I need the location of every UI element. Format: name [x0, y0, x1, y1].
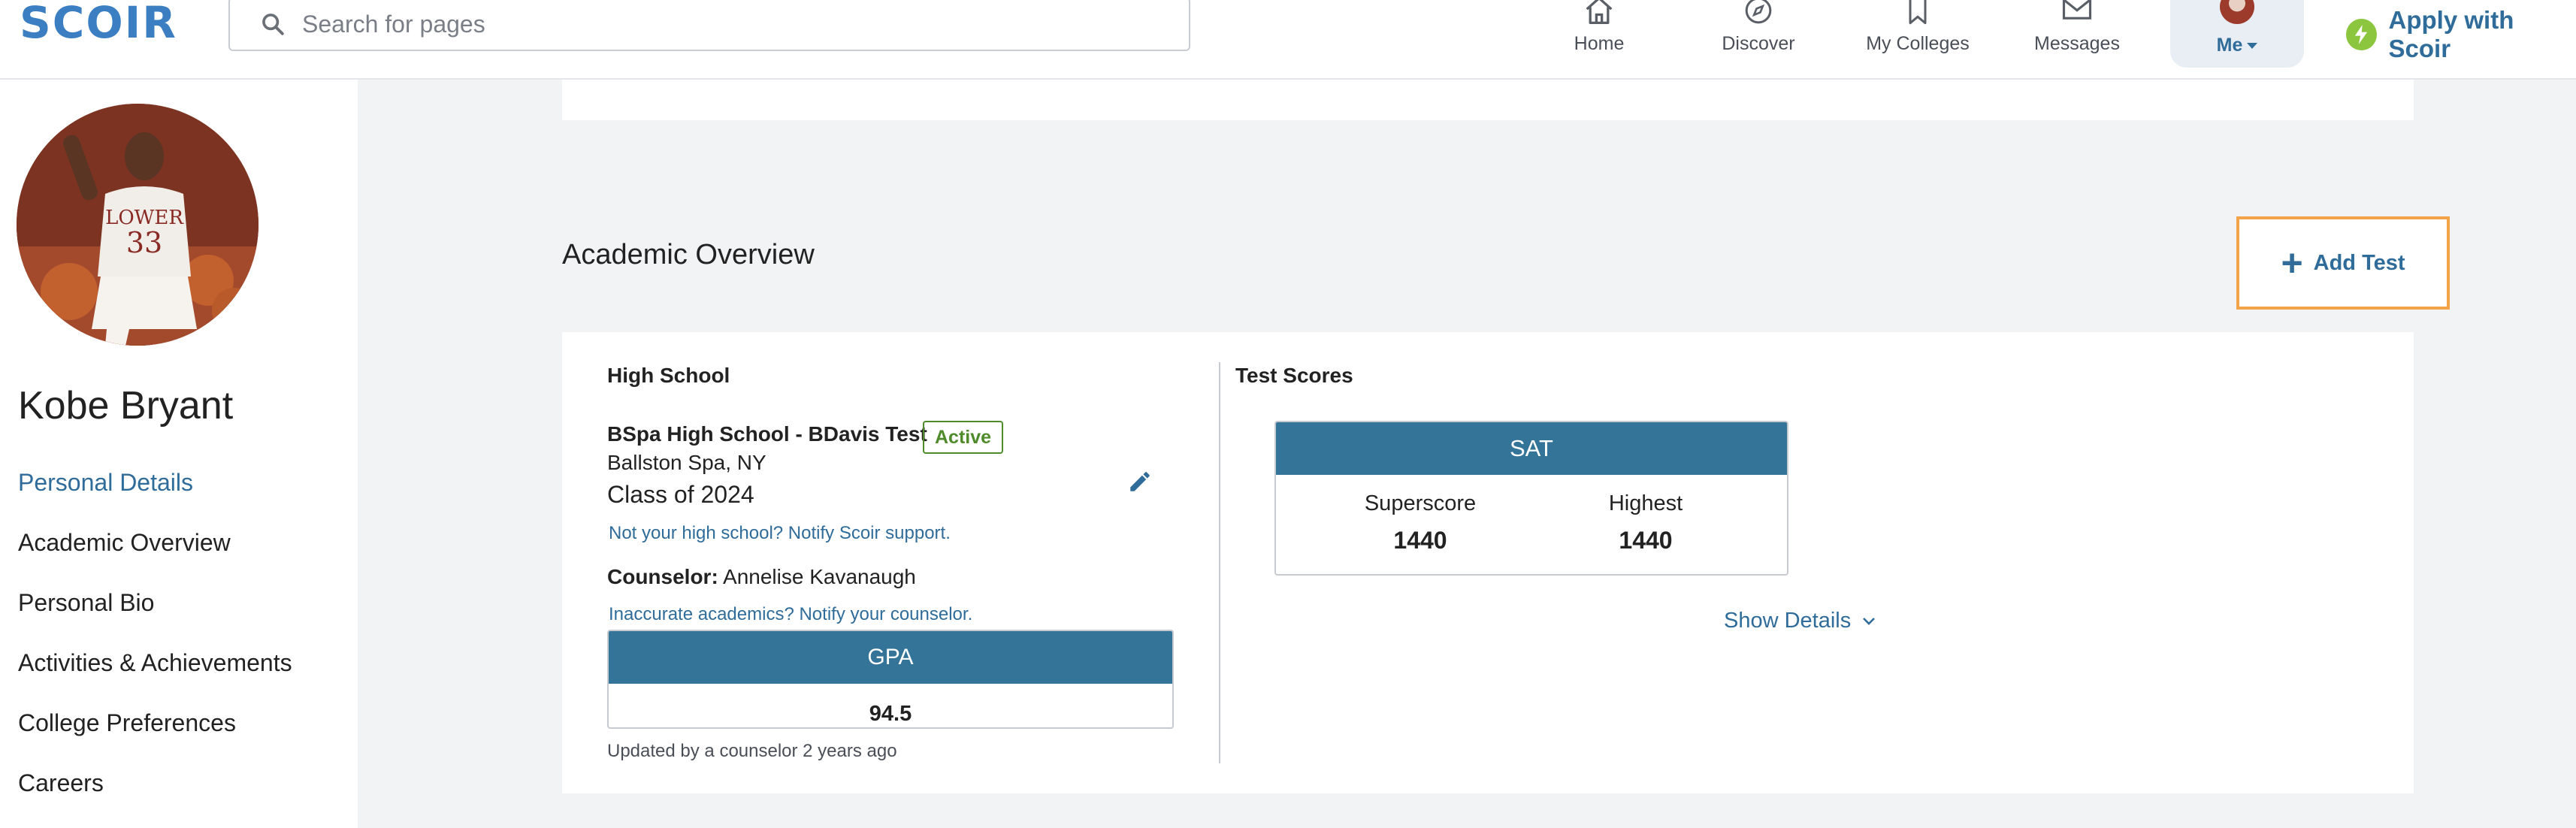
add-test-button[interactable]: + Add Test	[2236, 216, 2450, 310]
superscore-column: Superscore 1440	[1345, 491, 1495, 555]
sidebar-item-careers[interactable]: Careers	[18, 769, 104, 797]
apply-with-scoir-link[interactable]: Apply with Scoir	[2346, 6, 2576, 63]
search-icon	[262, 14, 284, 35]
superscore-label: Superscore	[1364, 491, 1477, 515]
svg-text:33: 33	[126, 226, 162, 259]
nav-home-label: Home	[1574, 33, 1625, 54]
counselor-line: Counselor: Annelise Kavanaugh	[607, 565, 916, 589]
updated-note: Updated by a counselor 2 years ago	[607, 741, 897, 761]
school-location: Ballston Spa, NY	[607, 451, 766, 474]
nav-messages-label: Messages	[2034, 33, 2120, 54]
pencil-edit-icon[interactable]	[1127, 469, 1153, 494]
compass-icon	[1745, 0, 1772, 24]
superscore-value: 1440	[1393, 527, 1447, 554]
student-name: Kobe Bryant	[18, 384, 234, 428]
status-badge: Active	[923, 421, 1004, 454]
gpa-box: GPA 94.5	[607, 630, 1174, 729]
nav-home[interactable]: Home	[1524, 0, 1674, 80]
search-input[interactable]	[302, 10, 1129, 38]
class-of: Class of 2024	[607, 481, 754, 508]
me-menu[interactable]: Me	[2170, 0, 2304, 68]
sidebar-item-academic-overview[interactable]: Academic Overview	[18, 529, 231, 557]
highest-label: Highest	[1608, 491, 1683, 515]
sidebar-item-activities-achievements[interactable]: Activities & Achievements	[18, 649, 292, 677]
sat-header: SAT	[1276, 422, 1787, 475]
profile-photo: LOWER 33	[17, 104, 259, 346]
counselor-name: Annelise Kavanaugh	[723, 565, 916, 588]
top-navigation-bar: SCOIR Home Discover My Colleges Messages…	[0, 0, 2576, 80]
scoir-logo[interactable]: SCOIR	[20, 0, 177, 48]
nav-discover-label: Discover	[1722, 33, 1795, 54]
school-name: BSpa High School - BDavis Test	[607, 422, 927, 446]
lightning-bolt-icon	[2346, 19, 2377, 50]
show-details-label: Show Details	[1724, 609, 1852, 633]
highest-value: 1440	[1619, 527, 1673, 554]
test-scores-heading: Test Scores	[1235, 364, 1353, 387]
user-avatar-small	[2220, 0, 2254, 24]
show-details-toggle[interactable]: Show Details	[1724, 609, 1876, 633]
previous-section-card	[562, 80, 2414, 120]
nav-my-colleges[interactable]: My Colleges	[1843, 0, 1993, 80]
section-title: Academic Overview	[562, 239, 815, 270]
chevron-down-icon	[1863, 617, 1876, 625]
sat-score-box: SAT Superscore 1440 Highest 1440	[1274, 421, 1788, 576]
highest-column: Highest 1440	[1571, 491, 1721, 555]
notify-scoir-support-link[interactable]: Not your high school? Notify Scoir suppo…	[609, 523, 951, 544]
counselor-label: Counselor:	[607, 565, 718, 588]
gpa-header: GPA	[609, 631, 1172, 684]
nav-my-colleges-label: My Colleges	[1866, 33, 1970, 54]
gpa-value: 94.5	[869, 702, 912, 726]
plus-icon: +	[2281, 242, 2303, 284]
add-test-label: Add Test	[2313, 250, 2405, 275]
search-box[interactable]	[228, 0, 1190, 51]
home-icon	[1586, 0, 1613, 24]
nav-discover[interactable]: Discover	[1683, 0, 1834, 80]
profile-sidebar: LOWER 33 Kobe Bryant Personal Details Ac…	[0, 80, 358, 828]
envelope-icon	[2062, 0, 2092, 20]
notify-counselor-link[interactable]: Inaccurate academics? Notify your counse…	[609, 604, 972, 625]
sidebar-item-personal-bio[interactable]: Personal Bio	[18, 589, 154, 617]
caret-down-icon	[2247, 43, 2258, 50]
apply-label: Apply with Scoir	[2388, 6, 2514, 62]
column-divider	[1219, 362, 1220, 763]
me-label: Me	[2170, 35, 2304, 56]
nav-messages[interactable]: Messages	[2002, 0, 2152, 80]
sidebar-item-personal-details[interactable]: Personal Details	[18, 469, 193, 497]
sidebar-item-college-preferences[interactable]: College Preferences	[18, 709, 236, 737]
bookmark-icon	[1909, 0, 1927, 25]
high-school-heading: High School	[607, 364, 730, 387]
